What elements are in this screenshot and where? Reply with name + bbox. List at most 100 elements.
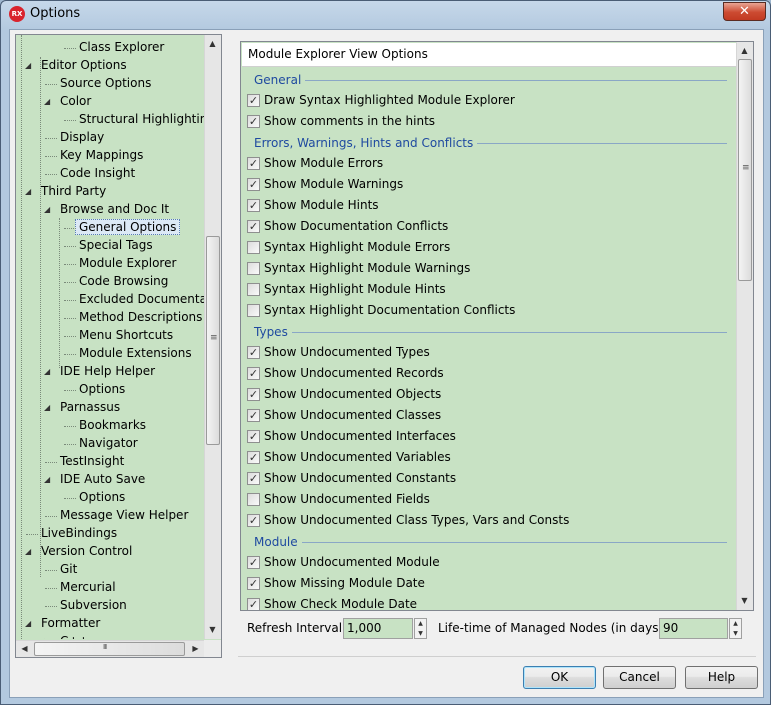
tree-vscroll-thumb[interactable]: ≡ [206, 236, 220, 445]
scroll-up-icon[interactable]: ▲ [737, 43, 752, 58]
tree-item[interactable]: IDE Help Helper [60, 363, 155, 381]
tree-item[interactable]: Editor Options [41, 57, 127, 75]
expand-icon[interactable]: ▷ [44, 637, 54, 639]
spin-up-icon[interactable]: ▲ [730, 619, 741, 628]
tree-hscroll-thumb[interactable]: III [34, 642, 185, 656]
tree-item[interactable]: Version Control [41, 543, 132, 561]
tree-item[interactable]: Third Party [41, 183, 106, 201]
tree-item[interactable]: Excluded Documentatio [79, 291, 204, 309]
checkbox-checked[interactable]: ✓ [247, 577, 260, 590]
tree-item[interactable]: Source Options [60, 75, 151, 93]
checkbox-checked[interactable]: ✓ [247, 220, 260, 233]
tree-item[interactable]: Browse and Doc It [60, 201, 169, 219]
checkbox-unchecked[interactable] [247, 283, 260, 296]
tree-item[interactable]: TestInsight [60, 453, 124, 471]
tree-connector [45, 588, 57, 589]
tree-item[interactable]: Class Explorer [79, 39, 164, 57]
tree-item[interactable]: Bookmarks [79, 417, 146, 435]
collapse-icon[interactable]: ◢ [44, 475, 54, 485]
collapse-icon[interactable]: ◢ [44, 367, 54, 377]
checkbox-checked[interactable]: ✓ [247, 367, 260, 380]
tree-item[interactable]: Special Tags [79, 237, 153, 255]
option-label: Syntax Highlight Module Warnings [264, 261, 471, 275]
checkbox-checked[interactable]: ✓ [247, 598, 260, 610]
lifetime-spinner[interactable]: ▲ ▼ [729, 618, 742, 639]
cancel-button[interactable]: Cancel [603, 666, 676, 689]
tree-item[interactable]: LiveBindings [41, 525, 117, 543]
checkbox-checked[interactable]: ✓ [247, 199, 260, 212]
tree-item[interactable]: Module Extensions [79, 345, 192, 363]
tree-item[interactable]: Message View Helper [60, 507, 188, 525]
tree-item[interactable]: Git [60, 561, 77, 579]
checkbox-checked[interactable]: ✓ [247, 472, 260, 485]
scroll-up-icon[interactable]: ▲ [205, 36, 220, 51]
tree-horizontal-scrollbar[interactable]: ◀ III ▶ [16, 640, 204, 657]
tree-item[interactable]: General Options [75, 219, 181, 237]
tree-item[interactable]: Parnassus [60, 399, 120, 417]
tree-item[interactable]: IDE Auto Save [60, 471, 145, 489]
collapse-icon[interactable]: ◢ [25, 61, 35, 71]
checkbox-unchecked[interactable] [247, 304, 260, 317]
tree-item[interactable]: Key Mappings [60, 147, 143, 165]
tree-item[interactable]: Menu Shortcuts [79, 327, 173, 345]
ok-button[interactable]: OK [523, 666, 596, 689]
tree-item[interactable]: Module Explorer [79, 255, 176, 273]
tree-item[interactable]: Method Descriptions [79, 309, 202, 327]
help-button[interactable]: Help [685, 666, 758, 689]
checkbox-unchecked[interactable] [247, 493, 260, 506]
options-tree[interactable]: Class Explorer Editor Options ◢ Source Opti… [15, 34, 222, 658]
checkbox-checked[interactable]: ✓ [247, 451, 260, 464]
checkbox-checked[interactable]: ✓ [247, 346, 260, 359]
tree-vertical-scrollbar[interactable]: ▲ ≡ ▼ [204, 35, 221, 639]
checkbox-checked[interactable]: ✓ [247, 430, 260, 443]
pane-vscroll-thumb[interactable]: ≡ [738, 59, 752, 281]
tree-item[interactable]: Options [79, 381, 125, 399]
scroll-down-icon[interactable]: ▼ [205, 622, 220, 637]
tree-item-label: Code Insight [60, 166, 136, 180]
spin-up-icon[interactable]: ▲ [415, 619, 426, 628]
tree-connector [64, 282, 76, 283]
lifetime-input[interactable]: 90 [659, 618, 728, 639]
tree-item[interactable]: Code Browsing [79, 273, 168, 291]
checkbox-checked[interactable]: ✓ [247, 409, 260, 422]
scroll-down-icon[interactable]: ▼ [737, 593, 752, 608]
tree-item[interactable]: Mercurial [60, 579, 116, 597]
tree-item[interactable]: Structural Highlighting [79, 111, 204, 129]
module-explorer-options-pane[interactable]: Module Explorer View Options General ✓ Dra… [240, 41, 754, 611]
collapse-icon[interactable]: ◢ [25, 187, 35, 197]
tree-item-label: Code Browsing [79, 274, 169, 288]
tree-item[interactable]: Navigator [79, 435, 138, 453]
tree-item[interactable]: Subversion [60, 597, 127, 615]
collapse-icon[interactable]: ◢ [44, 205, 54, 215]
collapse-icon[interactable]: ◢ [44, 97, 54, 107]
tree-item[interactable]: C++ [60, 633, 89, 639]
checkbox-checked[interactable]: ✓ [247, 178, 260, 191]
checkbox-checked[interactable]: ✓ [247, 157, 260, 170]
checkbox-checked[interactable]: ✓ [247, 94, 260, 107]
collapse-icon[interactable]: ◢ [25, 547, 35, 557]
checkbox-checked[interactable]: ✓ [247, 556, 260, 569]
tree-item[interactable]: Options [79, 489, 125, 507]
spin-down-icon[interactable]: ▼ [415, 629, 426, 638]
tree-guide-line [21, 35, 22, 639]
checkbox-unchecked[interactable] [247, 262, 260, 275]
checkbox-checked[interactable]: ✓ [247, 514, 260, 527]
refresh-interval-spinner[interactable]: ▲ ▼ [414, 618, 427, 639]
tree-item[interactable]: Formatter [41, 615, 100, 633]
title-bar[interactable]: RX Options ✕ [1, 1, 770, 28]
pane-vertical-scrollbar[interactable]: ▲ ≡ ▼ [736, 42, 753, 610]
option-label: Syntax Highlight Module Hints [264, 282, 446, 296]
checkbox-checked[interactable]: ✓ [247, 115, 260, 128]
tree-item[interactable]: Color [60, 93, 91, 111]
scroll-left-icon[interactable]: ◀ [17, 641, 32, 656]
refresh-interval-input[interactable]: 1,000 [343, 618, 413, 639]
checkbox-checked[interactable]: ✓ [247, 388, 260, 401]
spin-down-icon[interactable]: ▼ [730, 629, 741, 638]
scroll-right-icon[interactable]: ▶ [188, 641, 203, 656]
close-button[interactable]: ✕ [723, 2, 766, 21]
collapse-icon[interactable]: ◢ [44, 403, 54, 413]
checkbox-unchecked[interactable] [247, 241, 260, 254]
collapse-icon[interactable]: ◢ [25, 619, 35, 629]
tree-item[interactable]: Display [60, 129, 104, 147]
tree-item[interactable]: Code Insight [60, 165, 135, 183]
